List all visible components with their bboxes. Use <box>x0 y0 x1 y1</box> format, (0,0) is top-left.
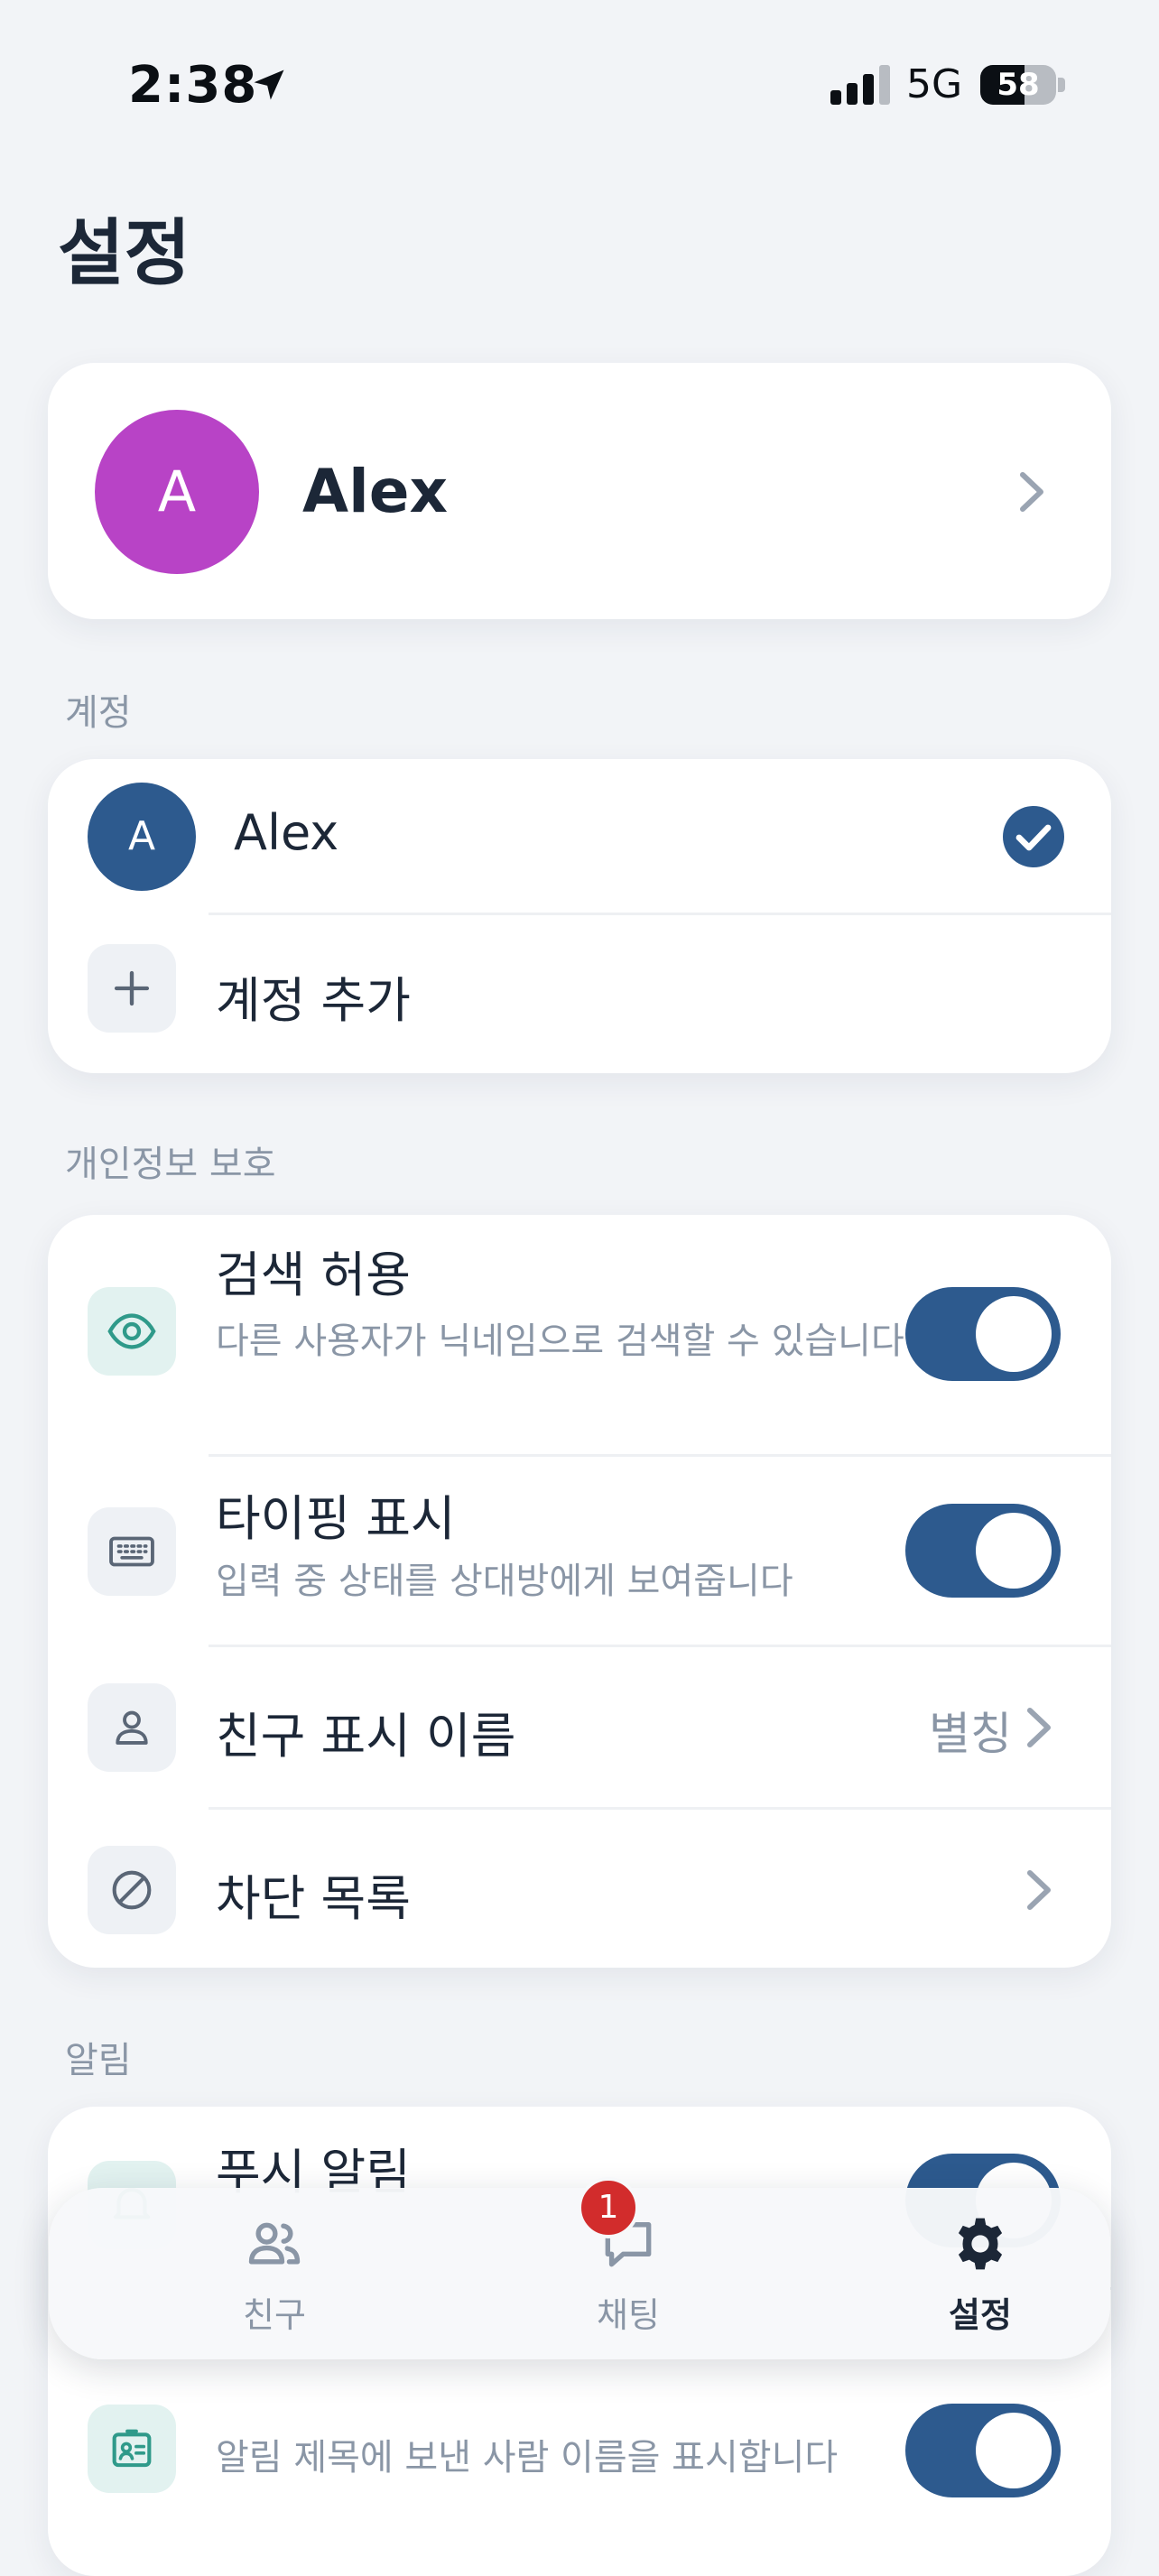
tab-friends[interactable]: 친구 <box>184 2188 365 2359</box>
profile-avatar: A <box>95 410 259 574</box>
account-name: Alex <box>234 804 339 861</box>
block-icon <box>88 1846 176 1934</box>
allow-search-subtitle: 다른 사용자가 닉네임으로 검색할 수 있습니다 <box>216 1320 904 1362</box>
contact-card-icon <box>88 2405 176 2493</box>
eye-icon <box>88 1287 176 1376</box>
account-card: A Alex 계정 추가 <box>48 759 1111 1073</box>
tab-bar: 친구 채팅 1 설정 <box>49 2177 1110 2359</box>
friend-display-name-row[interactable]: 친구 표시 이름 별칭 <box>48 1647 1111 1807</box>
tab-friends-label: 친구 <box>243 2295 306 2335</box>
allow-search-row: 검색 허용 다른 사용자가 닉네임으로 검색할 수 있습니다 <box>48 1215 1111 1454</box>
typing-indicator-subtitle: 입력 중 상태를 상대방에게 보여줍니다 <box>216 1561 793 1602</box>
section-label-notifications: 알림 <box>65 2040 132 2081</box>
profile-card[interactable]: A Alex <box>48 363 1111 619</box>
keyboard-icon <box>88 1507 176 1596</box>
allow-search-title: 검색 허용 <box>216 1246 411 1303</box>
block-list-row[interactable]: 차단 목록 <box>48 1810 1111 1968</box>
person-icon <box>88 1683 176 1772</box>
chevron-right-icon <box>1027 1708 1051 1747</box>
unread-badge: 1 <box>578 2177 639 2238</box>
gear-icon <box>958 2218 1003 2270</box>
tab-settings-label: 설정 <box>949 2295 1012 2335</box>
friend-display-name-title: 친구 표시 이름 <box>216 1708 516 1765</box>
checkmark-circle-icon <box>1003 806 1064 867</box>
section-label-account: 계정 <box>65 692 132 734</box>
battery-icon: 58 <box>980 65 1056 105</box>
account-avatar: A <box>88 783 196 891</box>
allow-search-toggle[interactable] <box>905 1287 1061 1381</box>
block-list-title: 차단 목록 <box>216 1870 411 1927</box>
plus-icon <box>88 944 176 1033</box>
status-bar: 2:38 5G 58 <box>0 0 1159 171</box>
typing-indicator-toggle[interactable] <box>905 1504 1061 1598</box>
show-sender-name-subtitle: 알림 제목에 보낸 사람 이름을 표시합니다 <box>216 2437 839 2479</box>
network-type: 5G <box>906 61 963 107</box>
tab-chat-label: 채팅 <box>597 2295 660 2335</box>
people-icon <box>248 2222 301 2265</box>
status-time: 2:38 <box>128 56 258 115</box>
battery-tip <box>1058 78 1065 92</box>
page-title: 설정 <box>58 211 191 295</box>
profile-name: Alex <box>302 457 449 526</box>
section-label-privacy: 개인정보 보호 <box>65 1144 276 1185</box>
privacy-card: 검색 허용 다른 사용자가 닉네임으로 검색할 수 있습니다 타이핑 표시 입력… <box>48 1215 1111 1968</box>
battery-level: 58 <box>997 67 1040 103</box>
toggle-knob <box>976 1513 1052 1589</box>
show-sender-name-toggle[interactable] <box>905 2404 1061 2497</box>
cellular-signal-icon <box>830 65 890 105</box>
tab-settings[interactable]: 설정 <box>890 2188 1071 2359</box>
add-account-label: 계정 추가 <box>216 972 411 1029</box>
toggle-knob <box>976 2413 1052 2488</box>
chevron-right-icon <box>1027 1870 1051 1910</box>
add-account-button[interactable]: 계정 추가 <box>48 915 1111 1073</box>
friend-display-name-value: 별칭 <box>929 1708 1012 1760</box>
chevron-right-icon <box>1020 472 1043 512</box>
typing-indicator-title: 타이핑 표시 <box>216 1490 456 1547</box>
location-arrow-icon <box>254 69 284 100</box>
toggle-knob <box>976 1296 1052 1372</box>
typing-indicator-row: 타이핑 표시 입력 중 상태를 상대방에게 보여줍니다 <box>48 1457 1111 1645</box>
account-row-current[interactable]: A Alex <box>48 759 1111 914</box>
